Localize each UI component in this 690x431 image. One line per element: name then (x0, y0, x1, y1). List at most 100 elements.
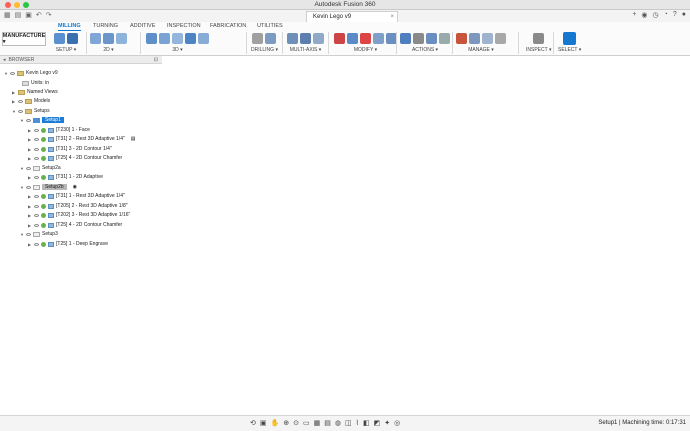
section-analysis-icon[interactable]: ◩ (374, 419, 381, 427)
drill-icon[interactable] (252, 32, 264, 44)
flat-icon[interactable] (198, 32, 209, 44)
tree-item-operation[interactable]: ▶ [T202] 3 - Rest 3D Adaptive 1/16" (28, 211, 130, 219)
tab-additive[interactable]: ADDITIVE (130, 23, 155, 29)
view-cube[interactable] (651, 61, 685, 95)
collapse-icon[interactable]: ◂ (3, 57, 6, 63)
display-settings-icon[interactable]: ▭ (303, 419, 310, 427)
tree-item-setup2a[interactable]: ▼ Setup2a (20, 164, 61, 172)
help-icon[interactable]: ? (673, 11, 677, 19)
post-process-icon[interactable] (413, 32, 424, 44)
tree-item-operation[interactable]: ▶ [T205] 2 - Rest 3D Adaptive 1/8" (28, 202, 128, 210)
setup-sheet-icon[interactable] (67, 32, 78, 44)
tab-turning[interactable]: TURNING (93, 23, 118, 29)
zoom-icon[interactable]: ⊕ (283, 419, 289, 427)
visibility-icon[interactable] (26, 166, 31, 170)
tab-fabrication[interactable]: FABRICATION (210, 23, 246, 29)
tree-item-operation[interactable]: ▶ [T25] 4 - 2D Contour Chamfer (28, 154, 122, 162)
visibility-icon[interactable] (10, 71, 15, 75)
hole-recognition-icon[interactable] (265, 32, 277, 44)
2d-pocket-icon[interactable] (103, 32, 114, 44)
steep-shallow-icon[interactable] (172, 32, 183, 44)
visibility-icon[interactable] (34, 156, 39, 160)
tree-item-named-views[interactable]: ▶ Named Views (12, 88, 58, 96)
pan-icon[interactable]: ✋ (271, 419, 280, 427)
tab-milling[interactable]: MILLING (58, 23, 81, 31)
scallop-icon[interactable] (185, 32, 196, 44)
post-library-icon[interactable] (482, 32, 493, 44)
document-tab[interactable]: Kevin Lego v9 × (306, 11, 398, 22)
tree-item-document[interactable]: ▼ Kevin Lego v9 (4, 69, 58, 77)
tab-utilities[interactable]: UTILITIES (257, 23, 283, 29)
nc-program-icon[interactable] (439, 32, 450, 44)
tree-item-setup1[interactable]: ▼ Setup1 (20, 116, 64, 124)
multi-axis-contour-icon[interactable] (300, 32, 311, 44)
redo-icon[interactable]: ↷ (46, 11, 52, 19)
undo-icon[interactable]: ↶ (36, 11, 42, 19)
visibility-icon[interactable] (34, 213, 39, 217)
tree-item-operation[interactable]: ▶ [T31] 3 - 2D Contour 1/4" (28, 145, 112, 153)
tree-item-setup3[interactable]: ▼ Setup3 (20, 230, 58, 238)
visibility-icon[interactable] (26, 185, 31, 189)
workspace-switcher[interactable]: MANUFACTURE ▾ (2, 32, 46, 46)
effects-icon[interactable]: ✦ (384, 419, 390, 427)
tool-info-icon[interactable]: ▤ (131, 136, 136, 142)
simulation-icon[interactable]: ◍ (335, 419, 341, 427)
modify-menu[interactable]: MODIFY ▾ (354, 47, 377, 53)
tree-item-operation[interactable]: ▶ [T25] 4 - 2D Contour Chamfer (28, 221, 122, 229)
flow-icon[interactable] (313, 32, 324, 44)
2d-adaptive-icon[interactable] (90, 32, 101, 44)
add-tab-icon[interactable]: + (632, 11, 636, 19)
setup-menu[interactable]: SETUP ▾ (56, 47, 76, 53)
tree-item-operation[interactable]: ▶ [T31] 1 - Rest 3D Adaptive 1/4" (28, 192, 125, 200)
tree-item-setup2b[interactable]: ▼ Setup2b ◉ (20, 183, 77, 191)
simulate-icon[interactable] (400, 32, 411, 44)
multi-axis-menu[interactable]: MULTI-AXIS ▾ (290, 47, 322, 53)
3d-menu[interactable]: 3D ▾ (172, 47, 182, 53)
visibility-icon[interactable] (18, 99, 23, 103)
tree-item-models[interactable]: ▶ Models (12, 97, 50, 105)
pattern-icon[interactable] (373, 32, 384, 44)
pocket-clearing-icon[interactable] (159, 32, 170, 44)
visibility-icon[interactable] (26, 118, 31, 122)
fit-icon[interactable]: ⊙ (293, 419, 299, 427)
visibility-icon[interactable] (34, 137, 39, 141)
2d-contour-icon[interactable] (116, 32, 127, 44)
browser-pin-icon[interactable]: ⊡ (154, 57, 158, 63)
tree-item-operation[interactable]: ▶ [T31] 2 - Rest 3D Adaptive 1/4" ▤ (28, 135, 136, 143)
select-cursor-icon[interactable] (563, 31, 577, 45)
file-icon[interactable]: ▤ (15, 11, 22, 19)
grid-menu-icon[interactable]: ▦ (4, 11, 11, 19)
visibility-icon[interactable] (18, 109, 23, 113)
tool-library-icon[interactable] (456, 32, 467, 44)
tree-item-setups[interactable]: ▼ Setups (12, 107, 50, 115)
save-icon[interactable]: ▣ (25, 11, 32, 19)
measure-icon[interactable] (533, 32, 545, 44)
extensions-icon[interactable]: ◉ (641, 11, 647, 19)
visibility-icon[interactable] (34, 223, 39, 227)
machine-display-icon[interactable]: ◧ (363, 419, 370, 427)
delete-icon[interactable] (334, 32, 345, 44)
visibility-icon[interactable] (34, 175, 39, 179)
tree-item-operation[interactable]: ▶ [T31] 1 - 2D Adaptive (28, 173, 103, 181)
move-icon[interactable] (347, 32, 358, 44)
visibility-icon[interactable] (34, 204, 39, 208)
tree-item-operation[interactable]: ▶ [T230] 1 - Face (28, 126, 90, 134)
inspect-menu[interactable]: INSPECT ▾ (526, 47, 551, 53)
look-at-icon[interactable]: ▣ (260, 419, 267, 427)
notifications-icon[interactable]: ◔ (664, 11, 668, 19)
capture-image-icon[interactable]: ◎ (394, 419, 400, 427)
template-library-icon[interactable] (469, 32, 480, 44)
drilling-menu[interactable]: DRILLING ▾ (251, 47, 278, 53)
lego-brick-part[interactable]: Kevin (214, 109, 475, 349)
cut-icon[interactable] (360, 32, 371, 44)
tree-item-operation[interactable]: ▶ [T25] 1 - Deep Engrave (28, 240, 108, 248)
actions-menu[interactable]: ACTIONS ▾ (412, 47, 438, 53)
machine-library-icon[interactable] (495, 32, 506, 44)
visibility-icon[interactable] (34, 128, 39, 132)
toolpath-display-icon[interactable]: ⌇ (356, 419, 359, 427)
avatar[interactable]: ● (682, 11, 686, 19)
visibility-icon[interactable] (34, 147, 39, 151)
orbit-icon[interactable]: ⟲ (250, 419, 256, 427)
manage-menu[interactable]: MANAGE ▾ (468, 47, 494, 53)
setup-sheet-action-icon[interactable] (426, 32, 437, 44)
